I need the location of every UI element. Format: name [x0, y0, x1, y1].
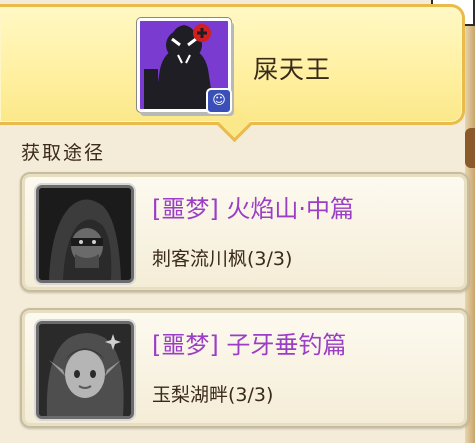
- ghost-badge-icon: ☺: [206, 88, 232, 114]
- source-card[interactable]: [噩梦] 子牙垂钓篇 玉梨湖畔(3/3): [20, 308, 469, 428]
- elf-girl-icon: [39, 324, 131, 416]
- stage-subtitle: 玉梨湖畔(3/3): [152, 384, 274, 406]
- hero-name: 屎天王: [253, 55, 332, 84]
- stage-title: [噩梦] 火焰山·中篇: [152, 195, 354, 223]
- stage-subtitle: 刺客流川枫(3/3): [152, 248, 293, 270]
- stage-thumbnail: [36, 185, 134, 283]
- frame-decoration: [465, 128, 475, 168]
- source-card[interactable]: [噩梦] 火焰山·中篇 刺客流川枫(3/3): [20, 172, 469, 292]
- stage-title: [噩梦] 子牙垂钓篇: [152, 331, 347, 359]
- hooded-assassin-icon: [39, 188, 131, 280]
- stage-thumbnail: [36, 321, 134, 419]
- section-title: 获取途径: [21, 142, 106, 164]
